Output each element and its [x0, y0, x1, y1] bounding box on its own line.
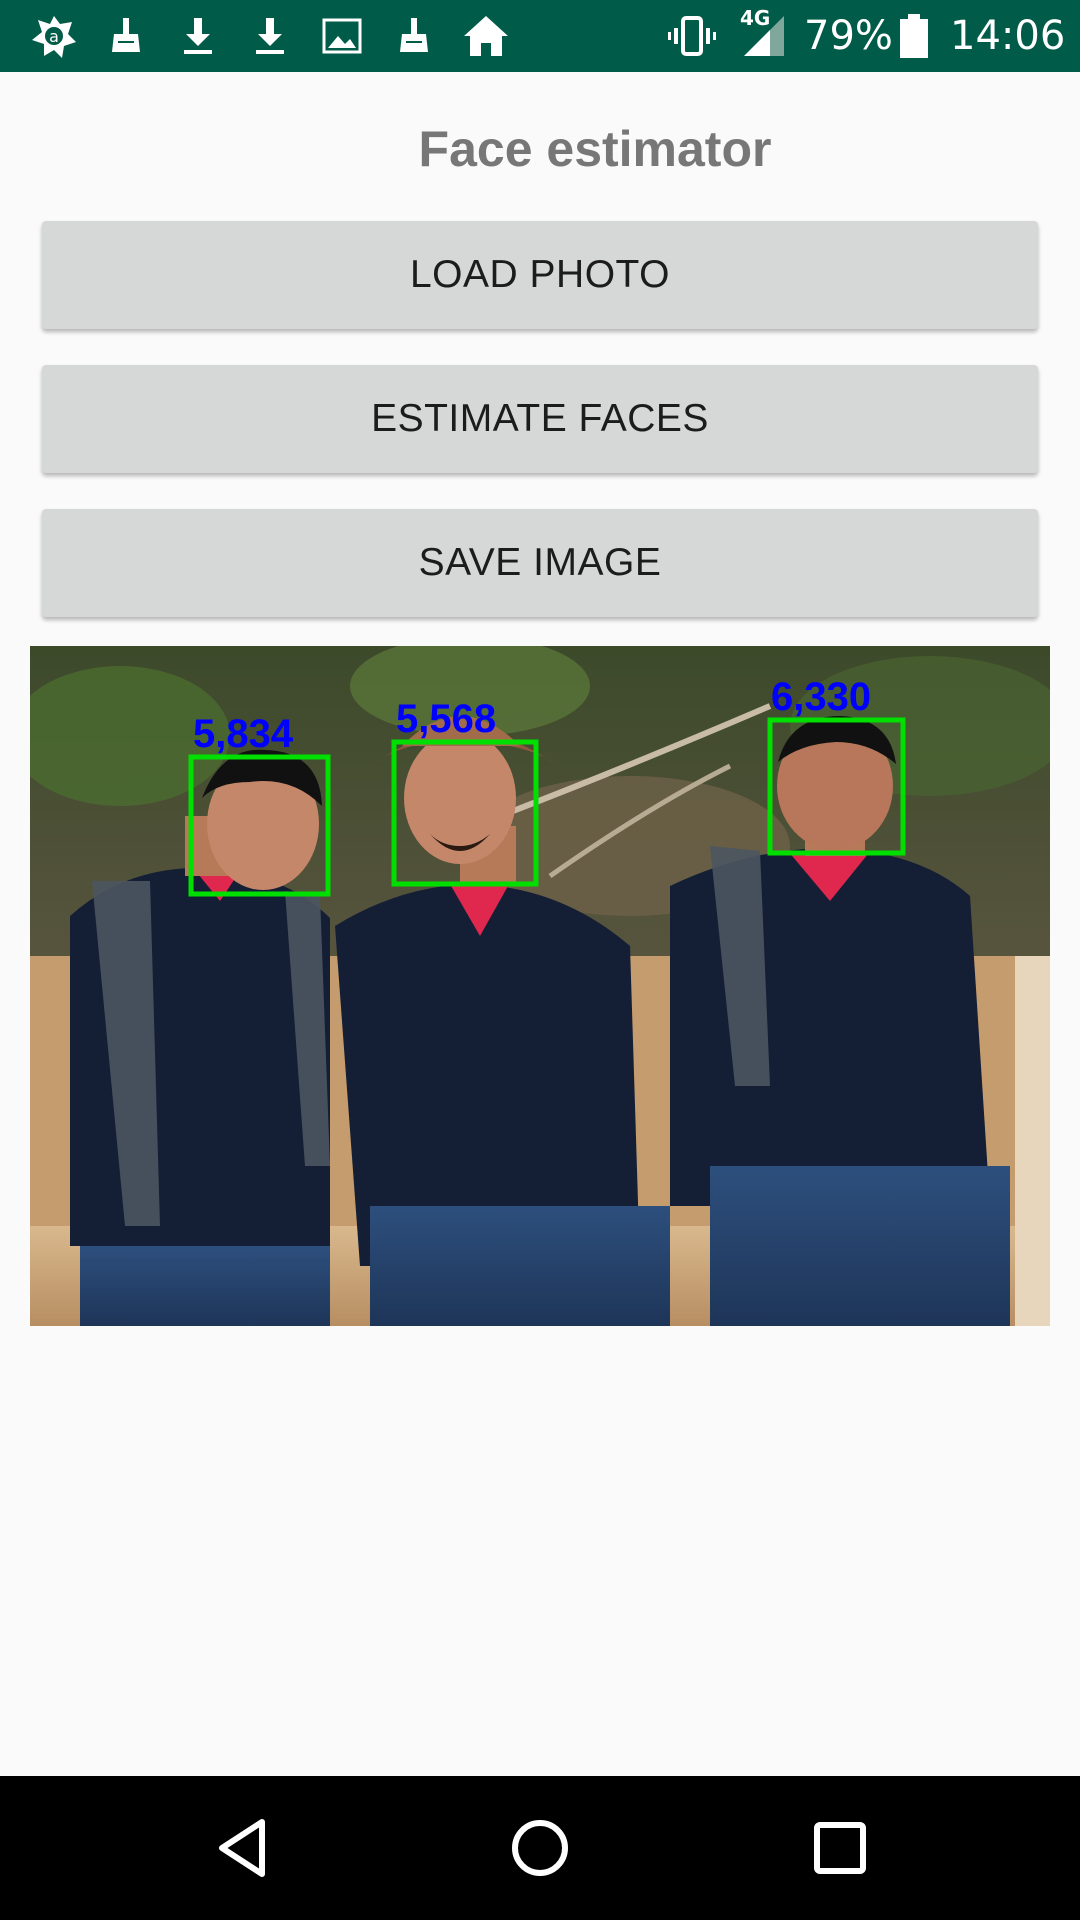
status-bar: a 4G 79% 14:06 — [0, 0, 1080, 72]
face-label: 5,834 — [193, 712, 294, 756]
result-photo: 5,834 5,568 6,330 — [30, 646, 1050, 1326]
home-circle-icon[interactable] — [504, 1812, 576, 1884]
broom-icon — [102, 12, 150, 60]
clock: 14:06 — [950, 13, 1066, 59]
app-logo-icon: a — [30, 12, 78, 60]
svg-text:a: a — [49, 27, 59, 46]
image-icon — [318, 12, 366, 60]
network-type-label: 4G — [740, 6, 771, 30]
save-image-button[interactable]: SAVE IMAGE — [42, 509, 1038, 617]
battery-icon — [896, 12, 932, 60]
download-icon — [174, 12, 222, 60]
estimate-faces-button[interactable]: ESTIMATE FACES — [42, 365, 1038, 473]
page-title: Face estimator — [418, 121, 772, 177]
face-label: 6,330 — [771, 675, 871, 719]
back-icon[interactable] — [206, 1812, 278, 1884]
vibrate-icon — [668, 12, 716, 60]
home-icon — [460, 12, 512, 60]
battery-percentage: 79% — [804, 13, 893, 59]
face-label: 5,568 — [396, 697, 496, 741]
broom-icon — [390, 12, 438, 60]
load-photo-button[interactable]: LOAD PHOTO — [42, 221, 1038, 329]
recents-icon[interactable] — [804, 1812, 876, 1884]
navigation-bar — [0, 1776, 1080, 1920]
download-icon — [246, 12, 294, 60]
